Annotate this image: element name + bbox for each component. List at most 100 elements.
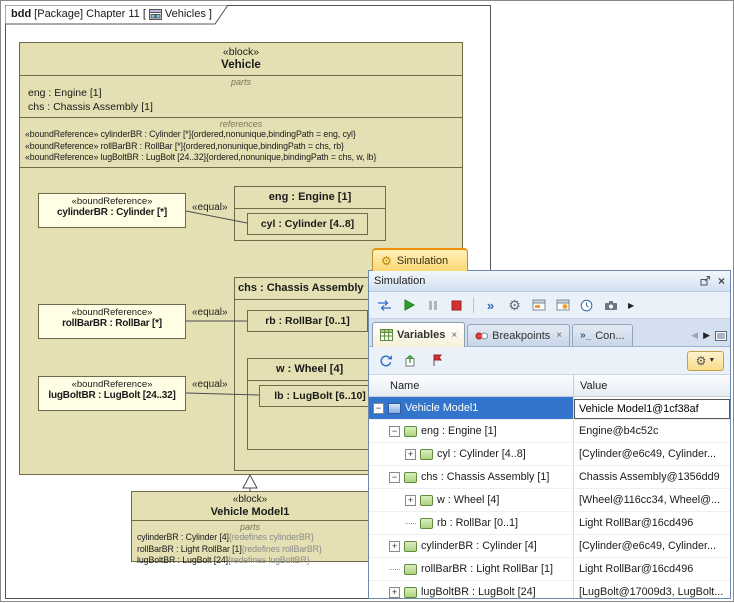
row-value-cell[interactable]: Engine@b4c52c [574, 420, 730, 442]
row-name: eng : Engine [1] [421, 425, 497, 437]
row-value-cell[interactable]: Chassis Assembly@1356dd9 [574, 466, 730, 488]
table-row-eng[interactable]: eng : Engine [1] Engine@b4c52c [369, 420, 730, 443]
bound-reference-stereotype: «boundReference» [71, 379, 153, 390]
table-row-rb[interactable]: rb : RollBar [0..1] Light RollBar@16cd49… [369, 512, 730, 535]
row-name: lugBoltBR : LugBolt [24] [421, 586, 536, 598]
tab-variables[interactable]: Variables × [372, 322, 466, 347]
expand-icon[interactable] [405, 448, 416, 460]
expand-icon[interactable] [389, 586, 400, 598]
run-icon[interactable] [398, 295, 419, 315]
part-property-icon [420, 448, 433, 460]
row-name: cyl : Cylinder [4..8] [437, 448, 526, 460]
rollBarBR-bound-reference-shape[interactable]: «boundReference» rollBarBR : RollBar [*] [38, 304, 186, 339]
row-value-cell[interactable]: [Cylinder@e6c49, Cylinder... [574, 535, 730, 557]
row-name-cell[interactable]: cyl : Cylinder [4..8] [369, 443, 574, 465]
vm1-part-cylinderBR: cylinderBR : Cylinder [4]{redefines cyli… [132, 532, 368, 544]
stop-icon[interactable] [446, 295, 467, 315]
collapse-icon[interactable] [389, 425, 400, 437]
row-value-cell[interactable]: [Wheel@116cc34, Wheel@... [574, 489, 730, 511]
close-tab-icon[interactable]: × [556, 330, 562, 341]
close-panel-icon[interactable]: × [718, 275, 725, 287]
table-row-vehicle-model1[interactable]: Vehicle Model1 Vehicle Model1@1cf38af [369, 397, 730, 420]
table-row-cylinderBR[interactable]: cylinderBR : Cylinder [4] [Cylinder@e6c4… [369, 535, 730, 558]
lb-part-shape[interactable]: lb : LugBolt [6..10] [259, 385, 381, 407]
simulation-dock-tab[interactable]: ⚙ Simulation [372, 248, 468, 271]
bound-reference-name: rollBarBR : RollBar [*] [62, 318, 162, 329]
column-header-value[interactable]: Value [574, 375, 730, 396]
diagram-context-label: [Package] Chapter 11 [ [34, 8, 146, 20]
animation-swap-icon[interactable] [374, 295, 395, 315]
snapshot-camera-icon[interactable] [600, 295, 621, 315]
row-name-cell[interactable]: cylinderBR : Cylinder [4] [369, 535, 574, 557]
scroll-tabs-left-icon[interactable]: ◀ [691, 330, 698, 341]
part-modifier: {redefines rollBarBR} [241, 543, 322, 554]
ui-panels-icon[interactable] [528, 295, 549, 315]
simulation-window-title: Simulation [374, 275, 426, 287]
part-property-icon [404, 471, 417, 483]
step-icon[interactable]: » [480, 295, 501, 315]
row-value-cell[interactable]: Light RollBar@16cd496 [574, 512, 730, 534]
row-value-cell[interactable]: Light RollBar@16cd496 [574, 558, 730, 580]
value-editor[interactable]: Vehicle Model1@1cf38af [574, 398, 730, 419]
close-tab-icon[interactable]: × [451, 330, 457, 341]
clock-icon[interactable] [576, 295, 597, 315]
tab-console[interactable]: »_ Con... [572, 324, 633, 346]
table-row-lugBoltBR[interactable]: lugBoltBR : LugBolt [24] [LugBolt@17009d… [369, 581, 730, 598]
table-row-rollBarBR[interactable]: rollBarBR : Light RollBar [1] Light Roll… [369, 558, 730, 581]
row-name-cell[interactable]: rollBarBR : Light RollBar [1] [369, 558, 574, 580]
simulation-titlebar[interactable]: Simulation × [369, 271, 730, 292]
vehicle-model1-title: Vehicle Model1 [210, 506, 290, 518]
toolbar-overflow-icon[interactable]: ▶ [628, 301, 634, 310]
refresh-icon[interactable] [375, 351, 396, 371]
part-text: cylinderBR : Cylinder [4] [137, 532, 229, 542]
vehicle-model1-parts-compartment: parts cylinderBR : Cylinder [4]{redefine… [132, 520, 368, 570]
watch-flag-icon[interactable] [427, 351, 448, 371]
part-property-icon [404, 586, 417, 598]
vehicle-model1-block[interactable]: «block» Vehicle Model1 parts cylinderBR … [131, 491, 369, 565]
eng-part-title: eng : Engine [1] [235, 187, 385, 209]
tab-breakpoints[interactable]: Breakpoints × [467, 324, 571, 346]
tab-list-icon[interactable] [715, 330, 727, 341]
cyl-part-shape[interactable]: cyl : Cylinder [4..8] [247, 213, 368, 235]
application-canvas: bdd [Package] Chapter 11 [ Vehicles ] «b… [0, 0, 734, 602]
tab-label: Breakpoints [492, 329, 551, 342]
expand-icon[interactable] [405, 494, 416, 506]
equal-connector-label: «equal» [192, 202, 228, 213]
table-row-cyl[interactable]: cyl : Cylinder [4..8] [Cylinder@e6c49, C… [369, 443, 730, 466]
simulation-panel: Simulation × » ⚙ ▶ Variables × Breakpoin… [368, 270, 731, 599]
table-settings-button[interactable]: ⚙ ▼ [687, 350, 724, 371]
cylinderBR-bound-reference-shape[interactable]: «boundReference» cylinderBR : Cylinder [… [38, 193, 186, 228]
column-header-name[interactable]: Name [369, 375, 574, 396]
collapse-icon[interactable] [389, 471, 400, 483]
collapse-icon[interactable] [373, 402, 384, 414]
scroll-tabs-right-icon[interactable]: ▶ [703, 330, 710, 341]
table-row-chs[interactable]: chs : Chassis Assembly [1] Chassis Assem… [369, 466, 730, 489]
parts-compartment-label: parts [239, 522, 260, 532]
rb-part-shape[interactable]: rb : RollBar [0..1] [247, 310, 368, 332]
lugBoltBR-bound-reference-shape[interactable]: «boundReference» lugBoltBR : LugBolt [24… [38, 376, 186, 411]
frame-header-text: bdd [Package] Chapter 11 [ Vehicles ] [11, 8, 212, 20]
part-property-icon [420, 494, 433, 506]
simulation-toolbar: » ⚙ ▶ [369, 292, 730, 319]
vehicle-part-eng: eng : Engine [1] [28, 87, 102, 99]
row-value-cell[interactable]: [LugBolt@17009d3, LugBolt... [574, 581, 730, 598]
row-value-cell[interactable]: Vehicle Model1@1cf38af [574, 397, 730, 419]
row-name-cell[interactable]: w : Wheel [4] [369, 489, 574, 511]
vehicle-parts-compartment: parts eng : Engine [1] chs : Chassis Ass… [20, 75, 462, 117]
row-name: rb : RollBar [0..1] [437, 517, 519, 529]
row-name-cell[interactable]: rb : RollBar [0..1] [369, 512, 574, 534]
row-name-cell[interactable]: Vehicle Model1 [369, 397, 574, 419]
table-row-w[interactable]: w : Wheel [4] [Wheel@116cc34, Wheel@... [369, 489, 730, 512]
pause-icon[interactable] [422, 295, 443, 315]
row-name-cell[interactable]: chs : Chassis Assembly [1] [369, 466, 574, 488]
float-window-icon[interactable] [700, 276, 711, 286]
options-gear-icon[interactable]: ⚙ [504, 295, 525, 315]
export-icon[interactable] [401, 351, 422, 371]
row-name-cell[interactable]: lugBoltBR : LugBolt [24] [369, 581, 574, 598]
diagram-frame-header[interactable]: bdd [Package] Chapter 11 [ Vehicles ] [5, 5, 229, 25]
row-name-cell[interactable]: eng : Engine [1] [369, 420, 574, 442]
expand-icon[interactable] [389, 540, 400, 552]
row-value-cell[interactable]: [Cylinder@e6c49, Cylinder... [574, 443, 730, 465]
simulation-tabstrip: Variables × Breakpoints × »_ Con... ◀ ▶ [369, 319, 730, 347]
charts-panel-icon[interactable] [552, 295, 573, 315]
